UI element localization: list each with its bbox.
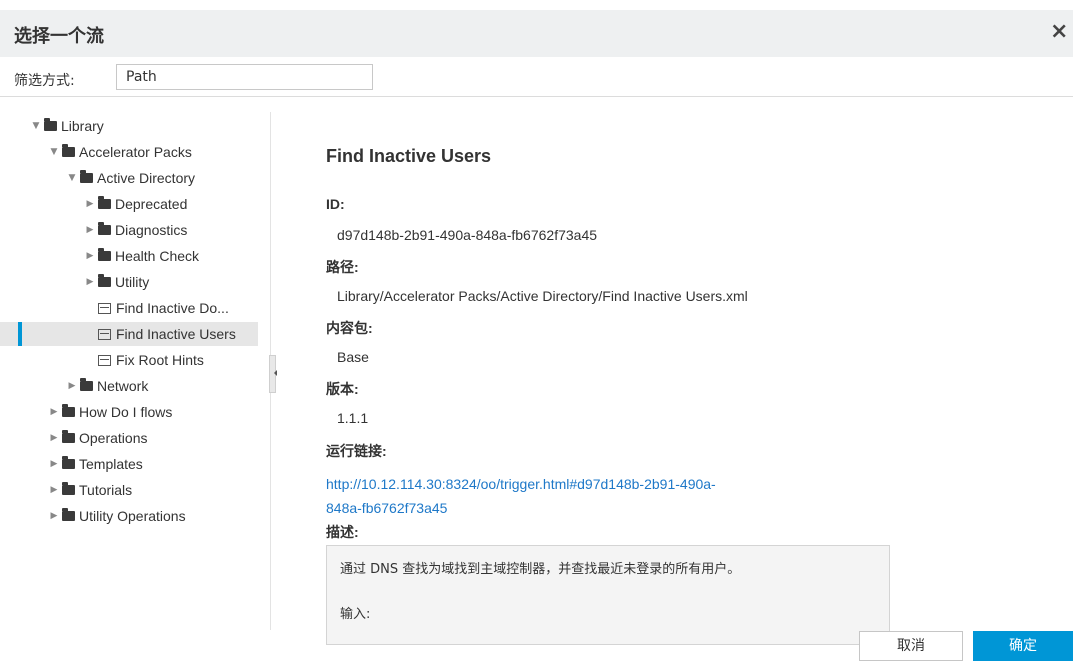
path-value: Library/Accelerator Packs/Active Directo… xyxy=(337,288,748,304)
tree-item-label: Network xyxy=(97,378,149,394)
folder-icon xyxy=(80,170,93,183)
tree-flow[interactable]: Find Inactive Users xyxy=(0,322,258,346)
tree-folder[interactable]: ▶ Network xyxy=(0,374,260,398)
tree-item-label: Find Inactive Users xyxy=(116,326,236,342)
version-value: 1.1.1 xyxy=(337,410,369,426)
expand-right-icon[interactable]: ▶ xyxy=(48,459,60,469)
tree-item-label: Fix Root Hints xyxy=(116,352,204,368)
description-line-1: 通过 DNS 查找为域找到主域控制器，并查找最近未登录的所有用户。 xyxy=(340,562,741,577)
folder-icon xyxy=(62,144,75,157)
expand-down-icon[interactable]: ▼ xyxy=(48,147,60,157)
tree-item-label: Operations xyxy=(79,430,148,446)
expand-right-icon[interactable]: ▶ xyxy=(48,485,60,495)
tree-folder[interactable]: ▶ Utility Operations xyxy=(0,504,260,528)
tree-folder[interactable]: ▶ Health Check xyxy=(0,244,260,268)
tree-folder[interactable]: ▶ Utility xyxy=(0,270,260,294)
tree-item-label: Deprecated xyxy=(115,196,188,212)
filter-label: 筛选方式: xyxy=(14,73,75,89)
expand-right-icon[interactable]: ▶ xyxy=(66,381,78,391)
tree-folder[interactable]: ▶ Diagnostics xyxy=(0,218,260,242)
flow-title: Find Inactive Users xyxy=(326,146,492,166)
run-link-label: 运行链接: xyxy=(326,443,387,459)
tree-item-label: Diagnostics xyxy=(115,222,188,238)
expand-down-icon[interactable]: ▼ xyxy=(30,121,42,131)
run-link-line-2: 848a-fb6762f73a45 xyxy=(326,500,448,516)
run-link-line-1: http://10.12.114.30:8324/oo/trigger.html… xyxy=(326,476,716,492)
content-pack-value: Base xyxy=(337,349,369,365)
id-value: d97d148b-2b91-490a-848a-fb6762f73a45 xyxy=(337,227,598,243)
dialog-titlebar: 选择一个流 × xyxy=(0,10,1073,57)
expand-right-icon[interactable]: ▶ xyxy=(84,225,96,235)
folder-icon xyxy=(98,274,111,287)
tree-item-label: Find Inactive Do... xyxy=(116,300,229,316)
expand-right-icon[interactable]: ▶ xyxy=(84,199,96,209)
expand-right-icon[interactable]: ▶ xyxy=(48,433,60,443)
flow-icon xyxy=(98,354,111,366)
expand-down-icon[interactable]: ▼ xyxy=(66,173,78,183)
cancel-button[interactable]: 取消 xyxy=(859,631,963,661)
flow-icon xyxy=(98,302,111,314)
folder-icon xyxy=(62,508,75,521)
id-label: ID: xyxy=(326,196,345,212)
flow-icon xyxy=(98,328,111,340)
description-line-2: 输入: xyxy=(340,607,371,622)
tree-item-label: Health Check xyxy=(115,248,200,264)
tree-item-label: How Do I flows xyxy=(79,404,173,420)
tree-item-label: Library xyxy=(61,118,104,134)
tree-folder[interactable]: ▼ Library xyxy=(0,114,260,138)
expand-right-icon[interactable]: ▶ xyxy=(84,251,96,261)
folder-icon xyxy=(62,430,75,443)
tree-folder[interactable]: ▼ Accelerator Packs xyxy=(0,140,260,164)
folder-icon xyxy=(62,482,75,495)
folder-icon xyxy=(98,248,111,261)
tree-item-label: Active Directory xyxy=(97,170,196,186)
header-divider xyxy=(0,96,1073,97)
dialog-title: 选择一个流 xyxy=(14,26,104,47)
folder-icon xyxy=(62,404,75,417)
collapse-pane-handle[interactable] xyxy=(269,355,277,393)
run-link[interactable]: http://10.12.114.30:8324/oo/trigger.html… xyxy=(326,472,826,520)
expand-right-icon[interactable]: ▶ xyxy=(48,511,60,521)
tree-folder[interactable]: ▶ Tutorials xyxy=(0,478,260,502)
tree-item-label: Utility xyxy=(115,274,150,290)
tree-item-label: Accelerator Packs xyxy=(79,144,192,160)
ok-button[interactable]: 确定 xyxy=(973,631,1073,661)
selection-indicator xyxy=(18,322,22,346)
tree-flow[interactable]: Find Inactive Do... xyxy=(0,296,260,320)
content-pack-label: 内容包: xyxy=(326,320,373,336)
tree-folder[interactable]: ▶ How Do I flows xyxy=(0,400,260,424)
folder-icon xyxy=(98,196,111,209)
tree-item-label: Templates xyxy=(79,456,143,472)
tree-folder[interactable]: ▶ Deprecated xyxy=(0,192,260,216)
folder-icon xyxy=(44,118,57,131)
tree-flow[interactable]: Fix Root Hints xyxy=(0,348,260,372)
tree-item-label: Tutorials xyxy=(79,482,133,498)
close-icon[interactable]: × xyxy=(1050,20,1068,44)
folder-icon xyxy=(62,456,75,469)
description-box[interactable]: 通过 DNS 查找为域找到主域控制器，并查找最近未登录的所有用户。 输入: xyxy=(326,545,890,645)
filter-input[interactable] xyxy=(116,64,373,90)
description-label: 描述: xyxy=(326,524,359,540)
folder-icon xyxy=(98,222,111,235)
expand-right-icon[interactable]: ▶ xyxy=(48,407,60,417)
tree-folder[interactable]: ▼ Active Directory xyxy=(0,166,260,190)
version-label: 版本: xyxy=(326,381,359,397)
folder-icon xyxy=(80,378,93,391)
tree-folder[interactable]: ▶ Operations xyxy=(0,426,260,450)
expand-right-icon[interactable]: ▶ xyxy=(84,277,96,287)
path-label: 路径: xyxy=(326,259,359,275)
tree-item-label: Utility Operations xyxy=(79,508,186,524)
tree-folder[interactable]: ▶ Templates xyxy=(0,452,260,476)
